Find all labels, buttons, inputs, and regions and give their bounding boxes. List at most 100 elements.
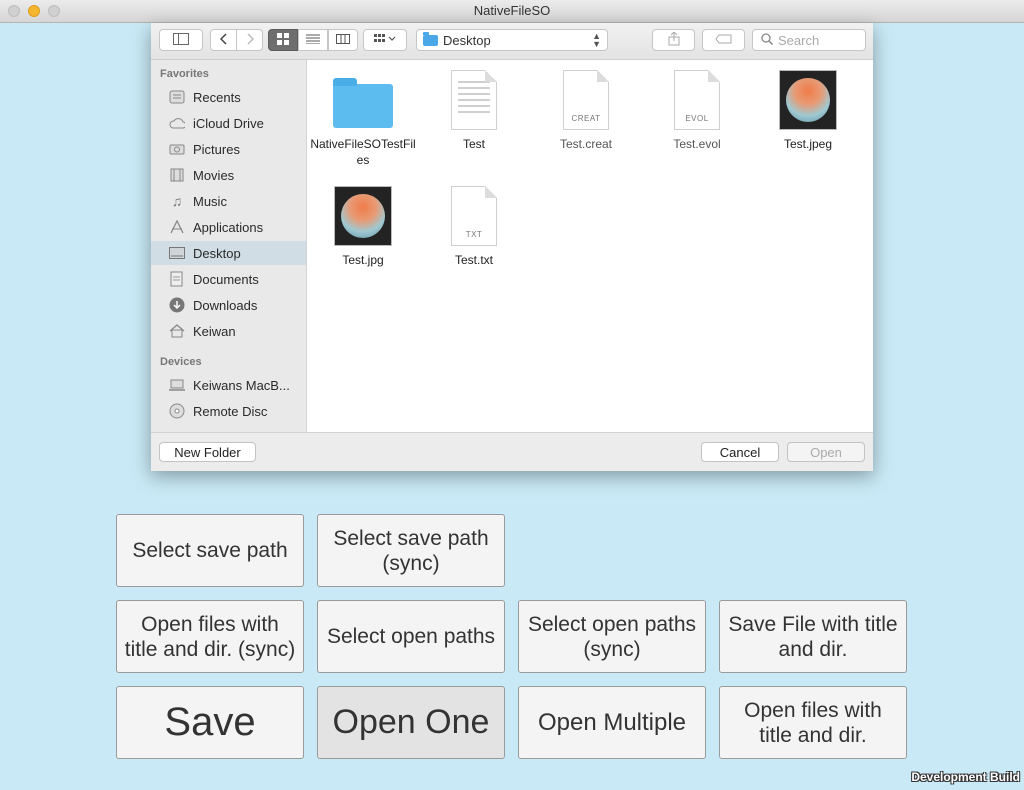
save-button[interactable]: Save xyxy=(116,686,304,759)
minimize-window-button[interactable] xyxy=(28,5,40,17)
new-folder-button[interactable]: New Folder xyxy=(159,442,256,462)
open-files-title-dir-button[interactable]: Open files with title and dir. xyxy=(719,686,907,759)
cancel-button[interactable]: Cancel xyxy=(701,442,779,462)
sidebar-item-label: Documents xyxy=(193,271,259,287)
sidebar-item-label: Applications xyxy=(193,219,264,235)
close-window-button[interactable] xyxy=(8,5,20,17)
laptop-icon xyxy=(169,377,185,393)
sidebar-item-documents[interactable]: Documents xyxy=(151,267,306,291)
file-name: NativeFileSOTestFiles xyxy=(310,137,416,167)
documents-icon xyxy=(169,271,185,287)
file-item[interactable]: TXT Test.txt xyxy=(420,186,528,268)
sidebar-item-desktop[interactable]: Desktop xyxy=(151,241,306,265)
image-thumbnail-icon xyxy=(334,186,392,246)
file-ext-label: TXT xyxy=(465,230,483,239)
file-item[interactable]: Test xyxy=(420,70,528,152)
development-build-label: Development Build xyxy=(911,770,1020,784)
sidebar-item-keiwans-macbook[interactable]: Keiwans MacB... xyxy=(151,373,306,397)
select-save-path-sync-button[interactable]: Select save path (sync) xyxy=(317,514,505,587)
sidebar-item-remote-disc[interactable]: Remote Disc xyxy=(151,399,306,423)
chevron-right-icon xyxy=(246,32,254,48)
updown-chevron-icon: ▲ ▼ xyxy=(592,31,601,49)
sidebar-item-keiwan[interactable]: Keiwan xyxy=(151,319,306,343)
select-save-path-button[interactable]: Select save path xyxy=(116,514,304,587)
open-file-dialog: Desktop ▲ ▼ Search Favorites Recents iCl… xyxy=(151,23,873,471)
select-open-paths-sync-button[interactable]: Select open paths (sync) xyxy=(518,600,706,673)
file-item[interactable]: CREAT Test.creat xyxy=(532,70,640,152)
open-multiple-button[interactable]: Open Multiple xyxy=(518,686,706,759)
arrange-menu-button[interactable] xyxy=(363,29,407,51)
dialog-footer: New Folder Cancel Open xyxy=(151,432,873,471)
generic-file-icon: EVOL xyxy=(674,70,720,130)
favorites-heading: Favorites xyxy=(160,68,209,80)
open-button[interactable]: Open xyxy=(787,442,865,462)
location-popup[interactable]: Desktop ▲ ▼ xyxy=(416,29,608,51)
sidebar-item-label: Keiwan xyxy=(193,323,236,339)
film-icon xyxy=(169,167,185,183)
sidebar-toggle-button[interactable] xyxy=(159,29,203,51)
document-icon xyxy=(451,70,497,130)
maximize-window-button[interactable] xyxy=(48,5,60,17)
back-button[interactable] xyxy=(210,29,237,51)
file-ext-label: CREAT xyxy=(571,114,601,123)
chevron-left-icon xyxy=(219,32,228,48)
dialog-sidebar: Favorites Recents iCloud Drive Pictures … xyxy=(151,60,307,432)
search-field[interactable]: Search xyxy=(752,29,866,51)
sidebar-item-pictures[interactable]: Pictures xyxy=(151,137,306,161)
file-item[interactable]: NativeFileSOTestFiles xyxy=(309,70,417,168)
dialog-toolbar: Desktop ▲ ▼ Search xyxy=(151,23,873,60)
list-view-button[interactable] xyxy=(298,29,328,51)
image-thumbnail-icon xyxy=(779,70,837,130)
sidebar-item-label: Music xyxy=(193,193,227,209)
file-name: Test.txt xyxy=(454,253,493,267)
list-icon xyxy=(306,33,320,47)
sidebar-item-applications[interactable]: Applications xyxy=(151,215,306,239)
cloud-icon xyxy=(169,115,185,131)
icon-view-button[interactable] xyxy=(268,29,298,51)
music-note-icon: ♫ xyxy=(171,193,183,209)
recents-icon xyxy=(169,89,185,105)
sidebar-item-movies[interactable]: Movies xyxy=(151,163,306,187)
sidebar-item-music[interactable]: ♫ Music xyxy=(151,189,306,213)
sidebar-item-icloud-drive[interactable]: iCloud Drive xyxy=(151,111,306,135)
file-name: Test.creat xyxy=(559,137,613,151)
column-view-button[interactable] xyxy=(328,29,358,51)
open-files-title-dir-sync-button[interactable]: Open files with title and dir. (sync) xyxy=(116,600,304,673)
select-open-paths-button[interactable]: Select open paths xyxy=(317,600,505,673)
text-file-icon: TXT xyxy=(451,186,497,246)
file-name: Test xyxy=(462,137,485,151)
download-icon xyxy=(169,297,185,313)
search-placeholder: Search xyxy=(778,32,820,48)
share-button[interactable] xyxy=(652,29,695,51)
sidebar-item-recents[interactable]: Recents xyxy=(151,85,306,109)
sidebar-item-label: Movies xyxy=(193,167,235,183)
generic-file-icon: CREAT xyxy=(563,70,609,130)
sidebar-item-label: Desktop xyxy=(193,245,241,261)
file-item[interactable]: EVOL Test.evol xyxy=(643,70,751,152)
open-one-button[interactable]: Open One xyxy=(317,686,505,759)
magnifier-icon xyxy=(761,32,774,48)
file-name: Test.jpg xyxy=(342,253,384,267)
save-file-title-dir-button[interactable]: Save File with title and dir. xyxy=(719,600,907,673)
sidebar-item-label: Downloads xyxy=(193,297,258,313)
tag-button[interactable] xyxy=(702,29,745,51)
sidebar-toggle-icon xyxy=(173,32,189,48)
file-browser: NativeFileSOTestFiles Test CREAT Test.cr… xyxy=(307,60,873,432)
file-item[interactable]: Test.jpg xyxy=(309,186,417,268)
sidebar-item-downloads[interactable]: Downloads xyxy=(151,293,306,317)
share-icon xyxy=(668,30,680,49)
desktop-icon xyxy=(169,245,185,261)
forward-button[interactable] xyxy=(236,29,263,51)
window-title: NativeFileSO xyxy=(473,3,551,18)
sidebar-item-label: Recents xyxy=(193,89,241,105)
arrange-grid-icon xyxy=(374,33,396,47)
file-ext-label: EVOL xyxy=(685,114,709,123)
camera-icon xyxy=(169,141,185,157)
location-label: Desktop xyxy=(443,32,491,48)
disc-icon xyxy=(169,403,185,419)
file-item[interactable]: Test.jpeg xyxy=(754,70,862,152)
sidebar-item-label: iCloud Drive xyxy=(193,115,264,131)
window-titlebar: NativeFileSO xyxy=(0,0,1024,23)
devices-heading: Devices xyxy=(160,356,202,368)
tag-icon xyxy=(714,33,733,47)
